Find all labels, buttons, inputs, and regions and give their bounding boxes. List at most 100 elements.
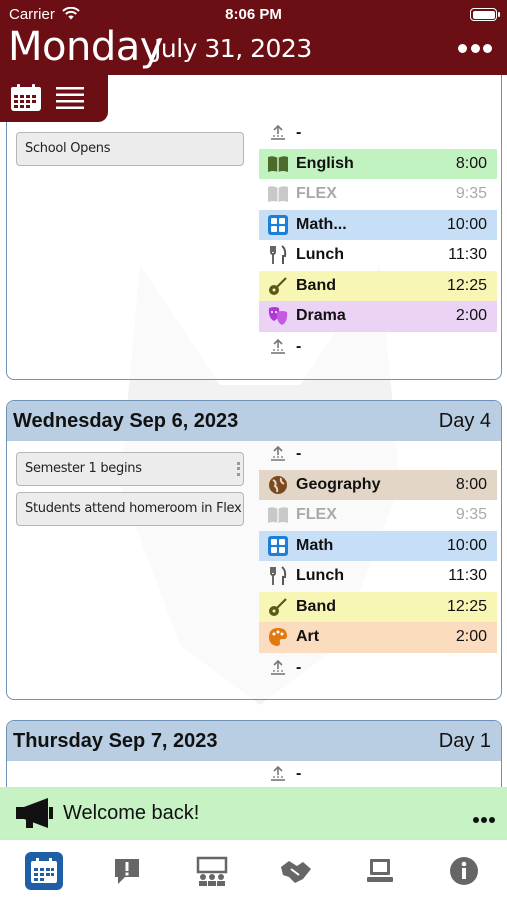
tab-info[interactable] [445,852,483,890]
guitar-icon [266,595,290,619]
period-name: FLEX [296,506,337,524]
grid-icon [266,213,290,237]
globe-icon [266,473,290,497]
period-list: - [259,759,497,787]
period-name: Band [296,276,336,294]
ellipsis-icon[interactable] [458,38,492,58]
period-list: - Geography 8:00 FLEX 9:35 Math 10:00 Lunch 11:3… [259,439,497,683]
period-row[interactable]: - [259,759,497,787]
period-name: Lunch [296,567,344,585]
end-icon [266,335,290,359]
calendar-icon[interactable] [10,84,42,112]
period-time: 12:25 [446,276,487,294]
period-name: - [296,337,302,355]
period-time: 9:35 [455,185,487,203]
guitar-icon [266,274,290,298]
period-row[interactable]: - [259,439,497,470]
period-name: Band [296,597,336,615]
cycle-day: Day 4 [438,409,491,432]
period-name: - [296,124,302,142]
period-row[interactable]: - [259,332,497,363]
cycle-day: Day 1 [438,729,491,752]
drama-masks-icon [266,304,290,328]
tab-handshake[interactable] [277,852,315,890]
period-time: 8:00 [455,475,487,493]
period-name: - [296,445,302,463]
period-name: FLEX [296,185,337,203]
calendar-icon [31,858,57,883]
schedule-list[interactable]: School Opens - English 8:00 FLEX 9:35 Math...… [0,75,507,787]
megaphone-icon [16,798,53,828]
day-card-header[interactable]: Wednesday Sep 6, 2023 Day 4 [7,401,501,441]
period-row[interactable]: Lunch 11:30 [259,240,497,271]
period-row[interactable]: Art 2:00 [259,622,497,653]
period-time: 2:00 [455,307,487,325]
period-time: 8:00 [455,154,487,172]
drag-handle-icon[interactable] [237,462,240,476]
book-icon [266,503,290,527]
tab-alerts[interactable] [108,852,146,890]
period-row[interactable]: Math 10:00 [259,530,497,561]
day-heading: Thursday Sep 7, 2023 [13,729,218,752]
period-list: - English 8:00 FLEX 9:35 Math... 10:00 Lunch 11:… [259,118,497,362]
period-name: - [296,765,302,783]
status-time: 8:06 PM [225,6,282,23]
grid-icon [266,534,290,558]
period-name: Math... [296,215,347,233]
period-row[interactable]: Band 12:25 [259,591,497,622]
period-name: Drama [296,307,346,325]
period-time: 12:25 [446,597,487,615]
period-name: Math [296,536,334,554]
page-date: July 31, 2023 [154,34,312,63]
period-row[interactable]: Math... 10:00 [259,209,497,240]
app-header: Carrier 8:06 PM Monday July 31, 2023 [0,0,507,75]
period-row[interactable]: - [259,118,497,149]
event-label: Semester 1 begins [25,461,142,476]
period-row[interactable]: Lunch 11:30 [259,561,497,592]
period-name: English [296,154,354,172]
period-name: - [296,658,302,676]
period-time: 11:30 [448,567,487,585]
book-icon [266,152,290,176]
event-item[interactable]: Students attend homeroom in Flex [16,492,244,526]
palette-icon [266,625,290,649]
fork-knife-icon [266,564,290,588]
fork-knife-icon [266,243,290,267]
tab-classroom[interactable] [193,852,231,890]
start-icon [266,442,290,466]
book-icon [266,182,290,206]
period-name: Art [296,628,320,646]
day-card: Wednesday Sep 6, 2023 Day 4 Semester 1 b… [6,400,502,700]
end-icon [266,656,290,680]
announcement-banner[interactable]: Welcome back! [0,787,507,839]
period-row[interactable]: - [259,653,497,684]
banner-text: Welcome back! [63,802,200,824]
period-name: Geography [296,475,381,493]
day-card-header[interactable]: Thursday Sep 7, 2023 Day 1 [7,721,501,761]
period-row[interactable]: Drama 2:00 [259,301,497,332]
period-row[interactable]: FLEX 9:35 [259,179,497,210]
period-row[interactable]: FLEX 9:35 [259,500,497,531]
period-row[interactable]: Band 12:25 [259,270,497,301]
start-icon [266,762,290,786]
event-item[interactable]: School Opens [16,132,244,166]
event-label: School Opens [25,141,111,156]
period-row[interactable]: English 8:00 [259,148,497,179]
tab-laptop[interactable] [361,852,399,890]
period-name: Lunch [296,246,344,264]
start-icon [266,121,290,145]
status-bar: Carrier 8:06 PM [0,4,507,24]
handshake-icon [281,861,311,883]
period-time: 2:00 [455,628,487,646]
day-card: Thursday Sep 7, 2023 Day 1 - [6,720,502,787]
view-toggle [0,74,108,122]
event-item[interactable]: Semester 1 begins [16,452,244,486]
tab-calendar[interactable] [25,852,63,890]
period-row[interactable]: Geography 8:00 [259,469,497,500]
period-time: 10:00 [446,536,487,554]
alert-icon [115,859,139,884]
ellipsis-icon[interactable] [473,817,495,825]
list-icon[interactable] [56,86,84,110]
classroom-icon [196,856,228,886]
event-label: Students attend homeroom in Flex [25,501,242,516]
